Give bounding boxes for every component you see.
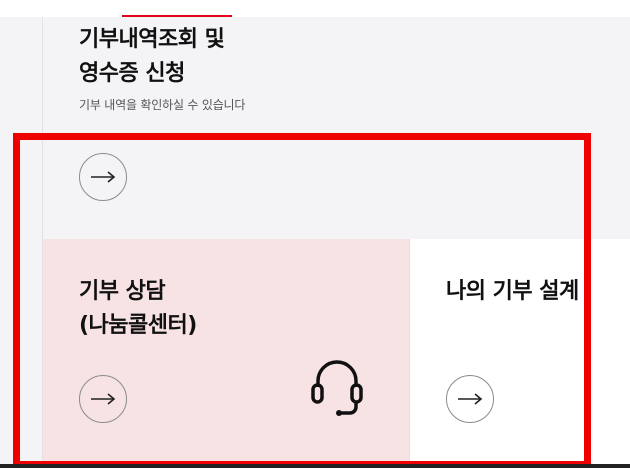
- arrow-right-icon: [458, 393, 483, 405]
- arrow-right-icon: [91, 393, 116, 405]
- donation-history-title-line2: 영수증 신청: [79, 61, 185, 86]
- headset-icon: [311, 360, 363, 416]
- donation-history-title: 기부내역조회 및 영수증 신청: [79, 23, 225, 91]
- top-bar: [0, 0, 630, 17]
- my-donation-design-title: 나의 기부 설계: [446, 279, 579, 304]
- bottom-edge-bar: [0, 464, 630, 468]
- my-donation-design-arrow-button[interactable]: [446, 375, 494, 423]
- donation-history-description: 기부 내역을 확인하실 수 있습니다: [79, 98, 246, 112]
- consultation-arrow-button[interactable]: [79, 375, 127, 423]
- donation-history-arrow-button[interactable]: [79, 153, 127, 201]
- arrow-right-icon: [91, 171, 116, 183]
- donation-history-title-line1: 기부내역조회 및: [79, 27, 225, 52]
- consultation-card[interactable]: 기부 상담 (나눔콜센터): [43, 239, 409, 468]
- consultation-title: 기부 상담 (나눔콜센터): [79, 275, 197, 343]
- my-donation-design-card[interactable]: 나의 기부 설계: [409, 239, 630, 468]
- consultation-title-line2: (나눔콜센터): [79, 313, 197, 338]
- consultation-title-line1: 기부 상담: [79, 279, 166, 304]
- donation-history-card[interactable]: 기부내역조회 및 영수증 신청 기부 내역을 확인하실 수 있습니다: [43, 17, 630, 239]
